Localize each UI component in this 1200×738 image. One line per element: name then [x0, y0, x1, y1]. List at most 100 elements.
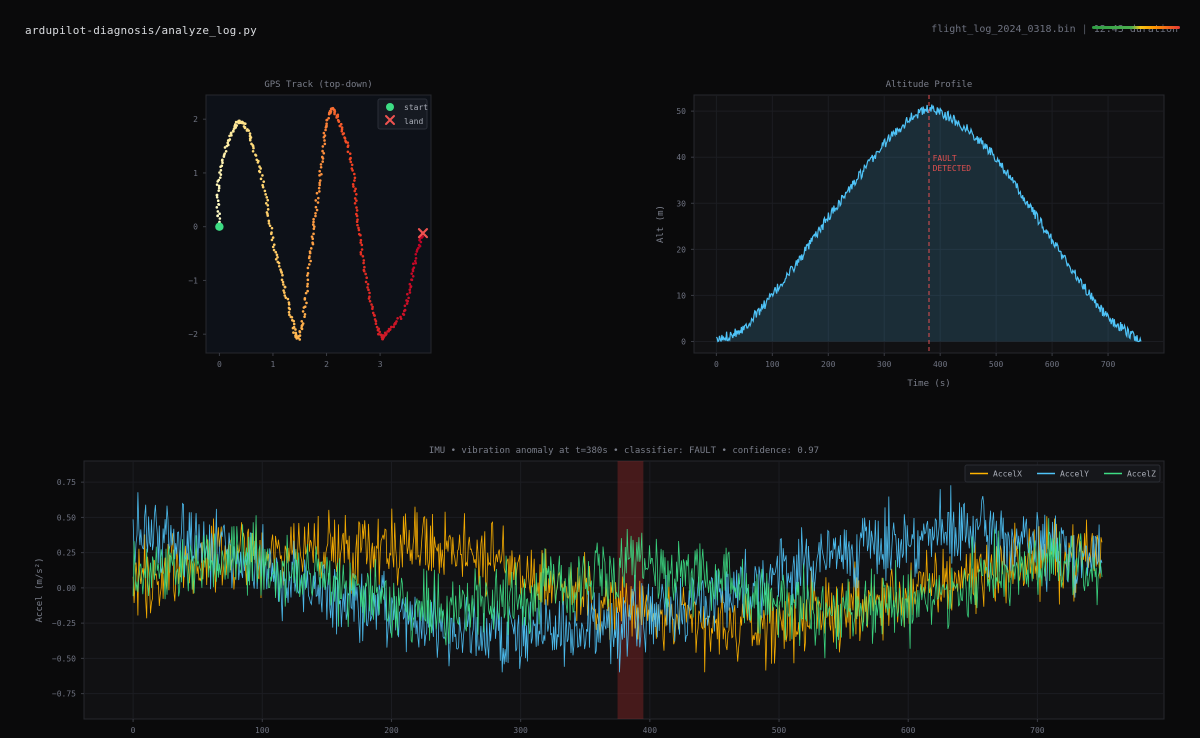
- gps-track-point: [360, 248, 364, 251]
- gps-track-point: [301, 310, 305, 313]
- gps-track-point: [366, 286, 369, 289]
- imu-legend-label-accely: AccelY: [1060, 470, 1089, 479]
- altitude-xtick-label: 0: [714, 360, 719, 369]
- gps-track-point: [215, 193, 219, 197]
- gps-track-point: [312, 217, 315, 221]
- gps-track-point: [259, 167, 262, 170]
- gps-ytick-label: 1: [193, 169, 198, 178]
- altitude-xlabel: Time (s): [907, 379, 950, 389]
- gps-track-point: [392, 325, 396, 329]
- gps-track-point: [362, 269, 366, 273]
- gps-track-point: [272, 248, 276, 252]
- gps-track-point: [364, 272, 367, 276]
- gps-track-point: [217, 189, 221, 192]
- gps-track-point: [312, 232, 315, 236]
- gps-track-point: [305, 301, 308, 305]
- gps-track-point: [259, 177, 263, 181]
- gps-track-point: [277, 264, 281, 268]
- gps-legend: start land: [377, 98, 428, 130]
- gps-track-point: [243, 126, 247, 129]
- gps-track-point: [363, 265, 366, 269]
- gps-track-point: [323, 142, 327, 146]
- gps-track-point: [261, 174, 264, 177]
- gps-track-point: [389, 325, 393, 329]
- gps-track-point: [290, 315, 294, 319]
- gps-track-point: [365, 276, 369, 279]
- gps-track-point: [247, 129, 251, 132]
- gps-track-point: [217, 202, 220, 206]
- altitude-xtick-label: 300: [877, 360, 892, 369]
- gps-track-point: [323, 134, 327, 137]
- gps-track-point: [355, 220, 359, 224]
- gps-xtick-label: 2: [324, 360, 329, 369]
- gps-track-point: [303, 313, 307, 316]
- gps-track-point: [292, 319, 296, 323]
- gps-track-point: [412, 266, 416, 269]
- gps-track-point: [287, 303, 291, 306]
- gps-track-point: [268, 224, 272, 228]
- gps-track-point: [353, 179, 356, 182]
- gps-track-point: [396, 316, 399, 320]
- gps-track-point: [319, 179, 322, 182]
- gps-track-point: [292, 331, 295, 334]
- gps-track-point: [298, 330, 301, 333]
- gps-track-point: [351, 182, 355, 186]
- gps-track-point: [216, 199, 220, 203]
- gps-track-point: [410, 278, 413, 281]
- gps-track-point: [282, 283, 285, 286]
- imu-legend: AccelX AccelY AccelZ: [964, 464, 1161, 483]
- gps-track-point: [312, 220, 315, 224]
- gps-track-point: [288, 307, 292, 311]
- gps-track-point: [409, 285, 413, 288]
- gps-track-point: [348, 157, 352, 161]
- gps-track-point: [361, 255, 365, 258]
- gps-track-point: [256, 161, 260, 164]
- gps-track-point: [300, 319, 304, 323]
- gps-track-point: [402, 313, 406, 316]
- imu-xtick-label: 700: [1030, 726, 1045, 735]
- gps-track-point: [243, 122, 247, 126]
- imu-xtick-label: 200: [384, 726, 399, 735]
- gps-track-point: [374, 319, 378, 323]
- gps-track-point: [346, 145, 350, 149]
- gps-track-point: [267, 222, 271, 225]
- gps-start-marker: [215, 222, 224, 231]
- gps-track-point: [264, 193, 267, 196]
- gps-track-point: [367, 297, 371, 300]
- imu-ytick-label: −0.25: [52, 619, 76, 628]
- gps-track-point: [316, 201, 320, 204]
- gps-track-point: [327, 116, 330, 120]
- gps-track-point: [292, 322, 296, 326]
- gps-track-point: [220, 164, 224, 168]
- altitude-ytick-label: 20: [676, 245, 686, 254]
- gps-track-point: [371, 307, 374, 311]
- gps-track-point: [403, 308, 407, 312]
- gps-track-point: [280, 278, 284, 282]
- gps-xtick-label: 0: [217, 360, 222, 369]
- gps-track-point: [265, 196, 269, 199]
- gps-track-point: [333, 110, 337, 113]
- imu-ytick-label: 0.00: [57, 584, 76, 593]
- gps-track-point: [335, 116, 338, 119]
- imu-ytick-label: −0.50: [52, 654, 76, 663]
- gps-track-point: [321, 145, 325, 148]
- imu-xtick-label: 100: [255, 726, 270, 735]
- imu-xtick-label: 600: [901, 726, 916, 735]
- gps-track-point: [311, 241, 314, 245]
- gps-track-point: [312, 227, 316, 231]
- imu-ylabel: Accel (m/s²): [35, 557, 45, 622]
- gps-track-point: [346, 150, 350, 154]
- gps-track-point: [352, 185, 355, 188]
- gps-track-point: [318, 181, 321, 185]
- gps-track-point: [377, 332, 380, 336]
- gps-track-point: [274, 257, 278, 261]
- gps-track-point: [263, 189, 267, 193]
- gps-track-point: [266, 198, 270, 202]
- gps-ytick-label: −1: [188, 276, 198, 285]
- gps-track-point: [359, 241, 362, 244]
- gps-track-point: [281, 273, 284, 277]
- gps-track-point: [411, 262, 415, 266]
- gps-track-point: [314, 211, 317, 215]
- gps-track-point: [269, 232, 273, 236]
- gps-track-point: [274, 250, 278, 254]
